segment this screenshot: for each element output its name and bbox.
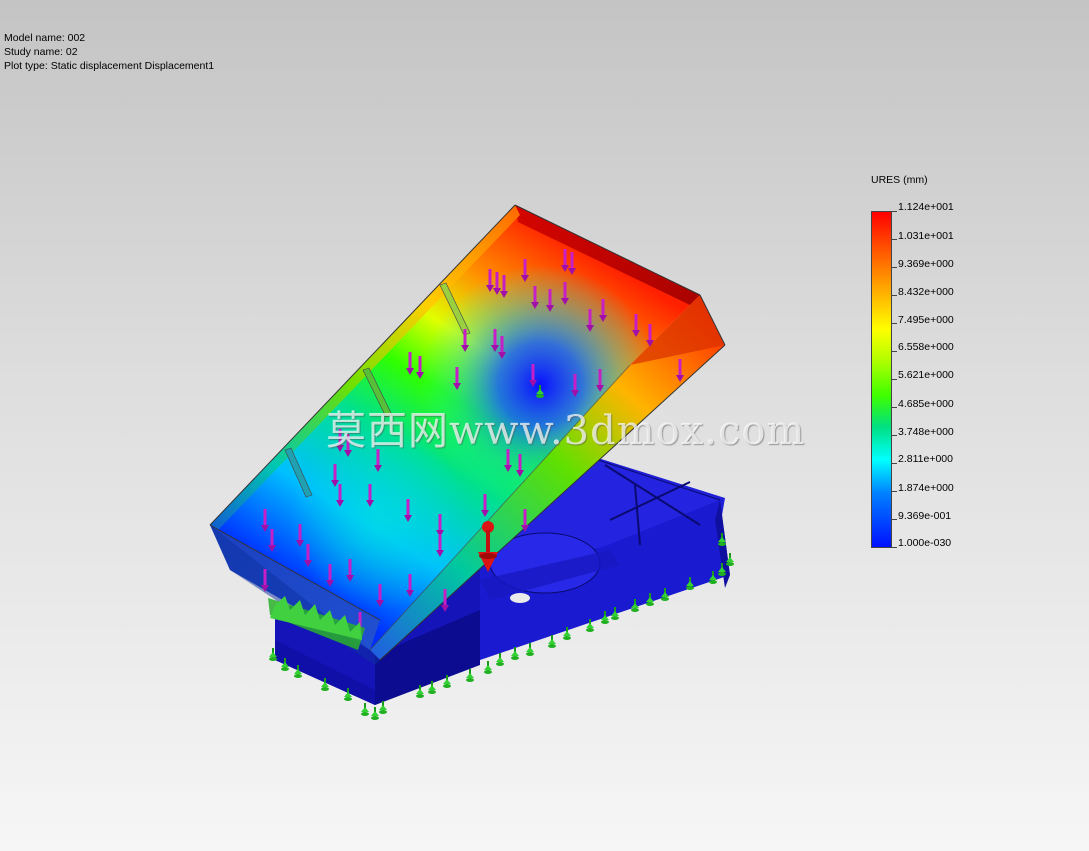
legend-label: 6.558e+000 — [898, 341, 954, 353]
legend-label: 1.874e+000 — [898, 482, 954, 494]
legend-tick — [892, 295, 897, 296]
legend-tick — [892, 267, 897, 268]
legend-label: 1.124e+001 — [898, 201, 954, 213]
legend-label: 2.811e+000 — [898, 453, 953, 465]
legend-tick — [892, 239, 897, 240]
legend-tick — [892, 407, 897, 408]
legend-tick — [892, 211, 897, 212]
legend-tick — [892, 491, 897, 492]
legend-tick — [892, 547, 897, 548]
legend-label: 4.685e+000 — [898, 398, 954, 410]
legend-label: 9.369e+000 — [898, 258, 954, 270]
legend-tick — [892, 351, 897, 352]
legend-tick — [892, 323, 897, 324]
legend-color-bar — [871, 211, 892, 548]
legend-label: 8.432e+000 — [898, 286, 954, 298]
legend-label: 1.000e-030 — [898, 537, 952, 549]
legend-tick — [892, 435, 897, 436]
watermark: 莫西网www.3dmox.com — [326, 408, 806, 454]
legend-label: 3.748e+000 — [898, 426, 954, 438]
legend-label: 5.621e+000 — [898, 369, 954, 381]
legend-tick — [892, 463, 897, 464]
legend-label: 1.031e+001 — [898, 230, 954, 242]
legend-title: URES (mm) — [871, 174, 928, 186]
legend-label: 7.495e+000 — [898, 314, 954, 326]
legend-label: 9.369e-001 — [898, 510, 952, 522]
legend-tick — [892, 379, 897, 380]
legend-tick — [892, 519, 897, 520]
